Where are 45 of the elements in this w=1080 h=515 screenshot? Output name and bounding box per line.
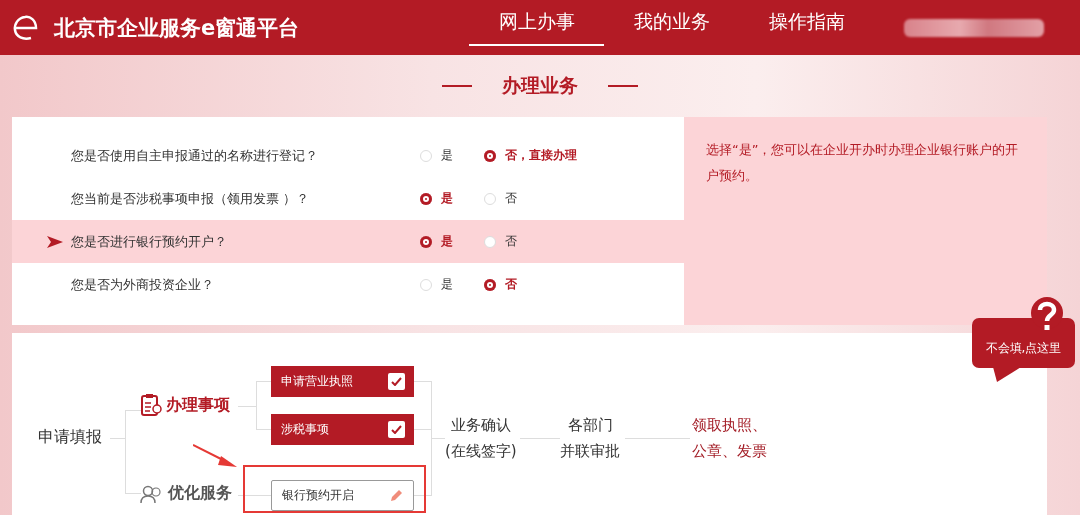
nav-tab[interactable]: 我的业务 <box>604 0 740 46</box>
radio-button[interactable] <box>484 235 496 248</box>
service-field[interactable]: 银行预约开启 <box>271 480 414 511</box>
radio-option[interactable]: 否 <box>484 190 548 207</box>
flow-group-label: 办理事项 <box>166 394 230 416</box>
section-title: 办理业务 <box>501 73 579 98</box>
question-text: 您当前是否涉税事项申报（领用发票 ）？ <box>71 189 311 208</box>
radio-button[interactable] <box>484 278 496 291</box>
question-text: 您是否为外商投资企业？ <box>71 275 215 294</box>
nav-tab[interactable]: 操作指南 <box>739 0 875 46</box>
people-icon <box>140 483 164 504</box>
question-text: 您是否使用自主申报通过的名称进行登记？ <box>71 146 319 165</box>
radio-option[interactable]: 是 <box>420 190 484 207</box>
radio-option[interactable]: 否 <box>484 233 548 250</box>
radio-button[interactable] <box>420 149 432 162</box>
radio-option[interactable]: 否 <box>484 276 548 293</box>
radio-button[interactable] <box>484 149 496 162</box>
task-item[interactable]: 申请营业执照 <box>271 366 414 397</box>
bubble-tail-icon <box>993 367 1021 382</box>
check-mark-icon <box>391 425 402 434</box>
flow-start: 申请填报 <box>38 427 102 448</box>
nav-tab[interactable]: 网上办事 <box>469 0 605 46</box>
pencil-icon <box>388 487 404 504</box>
radio-option[interactable]: 否，直接办理 <box>484 147 577 164</box>
clipboard-icon <box>140 393 162 417</box>
flow-step: 领取执照、 公章、发票 <box>692 413 767 464</box>
radio-button[interactable] <box>420 192 432 205</box>
site-title: 北京市企业服务e窗通平台 <box>54 14 300 42</box>
task-item[interactable]: 涉税事项 <box>271 414 414 445</box>
flow-group-label: 优化服务 <box>168 483 232 504</box>
checkbox[interactable] <box>388 373 405 390</box>
radio-button[interactable] <box>484 192 496 205</box>
flow-step: 业务确认 (在线签字) <box>445 413 517 464</box>
pointer-arrow-icon <box>193 444 237 468</box>
radio-button[interactable] <box>420 278 432 291</box>
checkbox[interactable] <box>388 421 405 438</box>
question-text: 您是否进行银行预约开户？ <box>71 232 228 251</box>
hint-text: 选择“是”，您可以在企业开办时办理企业银行账户的开户预约。 <box>684 117 1047 325</box>
pointer-arrow-icon <box>47 235 63 248</box>
radio-option[interactable]: 是 <box>420 147 484 164</box>
radio-option[interactable]: 是 <box>420 233 484 250</box>
radio-button[interactable] <box>420 235 432 248</box>
flow-step: 各部门 并联审批 <box>560 413 620 464</box>
check-mark-icon <box>391 377 402 386</box>
radio-option[interactable]: 是 <box>420 276 484 293</box>
